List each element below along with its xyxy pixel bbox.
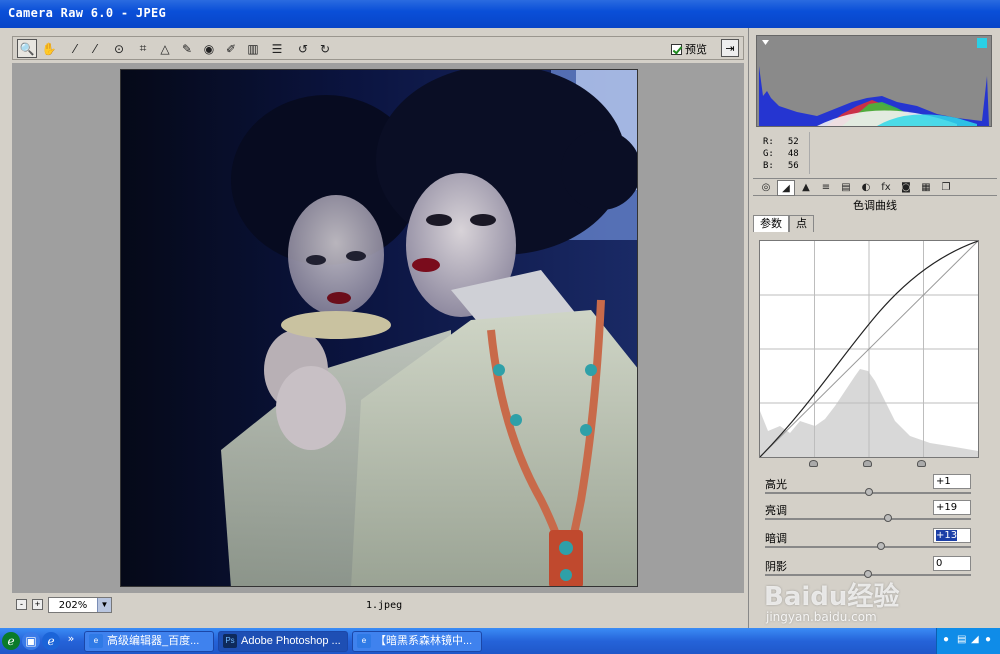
- taskbar-button-2[interactable]: e 【暗黑系森林镜中...: [352, 631, 482, 652]
- g-value: 48: [787, 149, 799, 159]
- photoshop-icon: Ps: [223, 634, 237, 648]
- tab-point[interactable]: 点: [789, 215, 814, 232]
- watermark-logo: Baidu经验: [764, 582, 900, 612]
- panel-tab-6[interactable]: fx: [877, 180, 895, 196]
- panel-tab-5[interactable]: ◐: [857, 180, 875, 196]
- tone-curve-graph: [759, 240, 979, 458]
- b-value: 56: [787, 161, 799, 171]
- panel-tab-9[interactable]: ❐: [937, 180, 955, 196]
- panel-tab-1[interactable]: ◢: [777, 180, 795, 196]
- rotate-ccw-icon[interactable]: ↺: [293, 39, 313, 58]
- slider-label: 阴影: [765, 561, 787, 573]
- file-name: 1.jpeg: [366, 600, 403, 611]
- volume-icon[interactable]: ◢: [971, 634, 979, 645]
- split-handle-shadows[interactable]: [809, 460, 818, 467]
- zoom-out-button[interactable]: -: [16, 599, 27, 610]
- ie-icon[interactable]: ℯ: [42, 632, 60, 650]
- taskbar-button-label: 【暗黑系森林镜中...: [375, 635, 473, 647]
- window-title: Camera Raw 6.0 - JPEG: [8, 6, 167, 20]
- slider-label: 高光: [765, 479, 787, 491]
- panel-tab-7[interactable]: ◙: [897, 180, 915, 196]
- panel-tab-8[interactable]: ▦: [917, 180, 935, 196]
- spot-removal-tool-icon[interactable]: ✎: [177, 39, 197, 58]
- watermark-url: jingyan.baidu.com: [766, 610, 877, 624]
- chevron-down-icon[interactable]: ▼: [97, 598, 111, 612]
- image-canvas[interactable]: [12, 63, 744, 593]
- highlight-clipping-icon: [977, 38, 987, 48]
- panel-tab-3[interactable]: ≡: [817, 180, 835, 196]
- slider-thumb[interactable]: [883, 514, 892, 522]
- show-desktop-icon[interactable]: ▣: [22, 632, 40, 650]
- graduated-filter-icon[interactable]: ▥: [243, 39, 263, 58]
- preferences-icon[interactable]: ☰: [267, 39, 287, 58]
- slider-track[interactable]: [765, 518, 971, 520]
- adjustments-panel: R: 52 G: 48 B: 56 ◎ ◢ ▲ ≡ ▤ ◐ fx ◙ ▦ ❐ 色调曲线 参数 点: [748, 28, 1000, 628]
- split-handle-midtones[interactable]: [863, 460, 872, 467]
- histogram-graph: [757, 36, 991, 126]
- preview-toggle[interactable]: 预览: [671, 41, 707, 57]
- panel-tab-0[interactable]: ◎: [757, 180, 775, 196]
- fullscreen-button[interactable]: ⇥: [721, 39, 739, 57]
- white-balance-tool-icon[interactable]: ⁄: [65, 39, 85, 58]
- title-bar: Camera Raw 6.0 - JPEG: [0, 0, 1000, 28]
- hand-tool-icon[interactable]: ✋: [39, 39, 59, 58]
- preview-label: 预览: [685, 44, 707, 56]
- taskbar-button-1[interactable]: Ps Adobe Photoshop ...: [218, 631, 348, 652]
- curve-subtabs: 参数 点: [753, 215, 814, 233]
- rotate-cw-icon[interactable]: ↻: [315, 39, 335, 58]
- tone-curve[interactable]: [759, 240, 979, 458]
- slider-value-input[interactable]: +13: [933, 528, 971, 543]
- adjustment-brush-icon[interactable]: ✐: [221, 39, 241, 58]
- r-value: 52: [787, 137, 799, 147]
- slider-thumb[interactable]: [877, 542, 886, 550]
- section-title: 色调曲线: [853, 200, 897, 212]
- slider-value-input[interactable]: +19: [933, 500, 971, 515]
- rgb-readout: R: 52 G: 48 B: 56: [763, 137, 799, 171]
- histogram: [756, 35, 992, 127]
- ie-icon: e: [89, 634, 103, 648]
- split-handle-highlights[interactable]: [917, 460, 926, 467]
- straighten-tool-icon[interactable]: △: [155, 39, 175, 58]
- taskbar-button-0[interactable]: e 高级编辑器_百度...: [84, 631, 214, 652]
- color-sampler-tool-icon[interactable]: ⁄: [85, 39, 105, 58]
- taskbar-button-label: 高级编辑器_百度...: [107, 635, 200, 647]
- slider-thumb[interactable]: [865, 488, 874, 496]
- red-eye-tool-icon[interactable]: ◉: [199, 39, 219, 58]
- network-icon[interactable]: ▤: [957, 634, 966, 645]
- fullscreen-icon: ⇥: [725, 42, 735, 55]
- zoom-tool-icon[interactable]: 🔍: [17, 39, 37, 58]
- zoom-select[interactable]: 202% ▼: [48, 597, 112, 613]
- zoom-value: 202%: [58, 599, 88, 611]
- start-icon[interactable]: ℯ: [2, 632, 20, 650]
- slider-1: 亮调 +19: [765, 500, 975, 528]
- slider-label: 亮调: [765, 505, 787, 517]
- slider-track[interactable]: [765, 546, 971, 548]
- preview-pane: 预览 ⇥ 🔍 ✋ ⁄ ⁄ ⊙ ⌗ △ ✎ ◉ ✐ ▥ ☰ ↺ ↻ - + 202…: [0, 28, 746, 628]
- target-adjustment-tool-icon[interactable]: ⊙: [109, 39, 129, 58]
- status-bar: - + 202% ▼ 1.jpeg: [12, 595, 744, 617]
- panel-tabs: ◎ ◢ ▲ ≡ ▤ ◐ fx ◙ ▦ ❐: [753, 178, 997, 196]
- tab-parametric[interactable]: 参数: [753, 215, 789, 232]
- taskbar: ℯ ▣ ℯ » e 高级编辑器_百度... Ps Adobe Photoshop ..…: [0, 628, 1000, 654]
- slider-2: 暗调 +13: [765, 528, 975, 556]
- panel-tab-2[interactable]: ▲: [797, 180, 815, 196]
- crop-tool-icon[interactable]: ⌗: [133, 39, 153, 58]
- ie-icon: e: [357, 634, 371, 648]
- photo-preview[interactable]: [120, 69, 638, 587]
- photo-image: [121, 70, 637, 586]
- slider-value-input[interactable]: 0: [933, 556, 971, 571]
- region-split-handles: [759, 458, 979, 468]
- taskbar-button-label: Adobe Photoshop ...: [241, 635, 341, 647]
- slider-0: 高光 +1: [765, 474, 975, 502]
- toolbar: 预览 ⇥ 🔍 ✋ ⁄ ⁄ ⊙ ⌗ △ ✎ ◉ ✐ ▥ ☰ ↺ ↻: [12, 36, 744, 60]
- zoom-in-button[interactable]: +: [32, 599, 43, 610]
- slider-label: 暗调: [765, 533, 787, 545]
- slider-value-input[interactable]: +1: [933, 474, 971, 489]
- qq-icon[interactable]: ●: [943, 634, 949, 645]
- system-tray: ● ▤ ◢ ●: [936, 628, 1000, 654]
- chevron-right-icon[interactable]: »: [62, 630, 80, 648]
- preview-checkbox[interactable]: [671, 43, 682, 55]
- im-icon[interactable]: ●: [985, 634, 991, 645]
- panel-tab-4[interactable]: ▤: [837, 180, 855, 196]
